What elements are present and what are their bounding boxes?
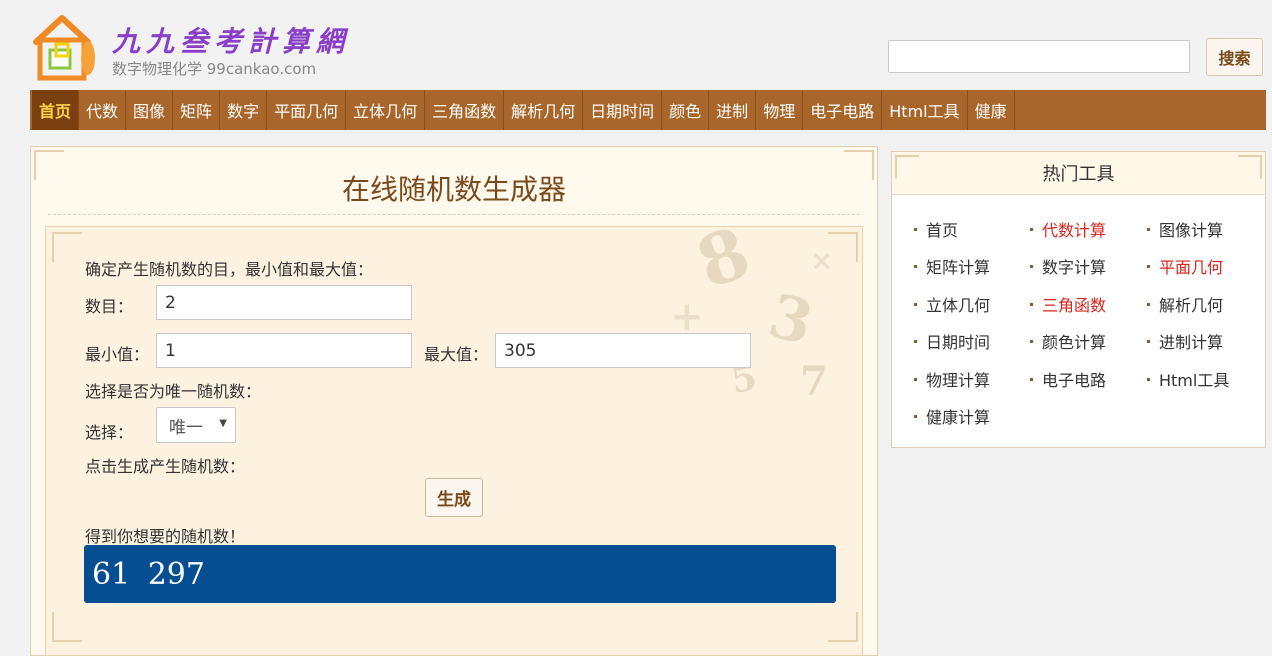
corner-ornament [52,232,82,262]
nav-item-4[interactable]: 数字 [220,90,268,130]
hot-tool-label: 矩阵计算 [926,258,991,277]
nav-item-12[interactable]: 物理 [756,90,804,130]
hot-tool-label: 进制计算 [1159,333,1224,352]
nav-item-1[interactable]: 代数 [79,90,127,130]
max-label: 最大值： [424,345,489,364]
corner-ornament [52,612,82,642]
hot-tool-label: 图像计算 [1159,221,1224,240]
min-label: 最小值： [85,345,150,364]
nav-item-11[interactable]: 进制 [709,90,757,130]
hot-tool-label: 三角函数 [1042,296,1107,315]
bullet-icon [1030,264,1033,268]
unique-prompt: 选择是否为唯一随机数： [85,382,262,401]
hot-tool-link[interactable]: 立体几何 [914,292,990,316]
hot-tool-label: 物理计算 [926,371,991,390]
logo-house-icon[interactable] [30,10,100,82]
page-title: 在线随机数生成器 [341,173,566,206]
bullet-icon [1030,339,1033,343]
bullet-icon [914,339,917,343]
generate-button[interactable]: 生成 [425,478,483,517]
generate-prompt: 点击生成产生随机数： [85,457,246,476]
corner-ornament [828,612,858,642]
nav-item-7[interactable]: 三角函数 [425,90,505,130]
hot-tool-label: 代数计算 [1042,221,1107,240]
hot-tool-label: 颜色计算 [1042,333,1107,352]
max-input[interactable]: 305 [495,333,751,368]
bullet-icon [1147,339,1150,343]
result-label: 得到你想要的随机数！ [85,527,246,546]
hot-tool-link[interactable]: 平面几何 [1147,254,1223,278]
nav-item-2[interactable]: 图像 [126,90,174,130]
hot-tool-link[interactable]: 颜色计算 [1030,329,1106,353]
hot-tool-label: 电子电路 [1042,371,1107,390]
nav-item-8[interactable]: 解析几何 [504,90,584,130]
svg-text:×: × [810,244,833,277]
hot-tool-link[interactable]: 代数计算 [1030,217,1106,241]
hot-tool-link[interactable]: 首页 [914,217,958,241]
bullet-icon [914,302,917,306]
bullet-icon [1147,264,1150,268]
logo-title[interactable]: 九九叁考計算網 [112,20,350,60]
bullet-icon [1030,377,1033,381]
hot-tool-link[interactable]: Html工具 [1147,367,1229,391]
nav-item-10[interactable]: 颜色 [662,90,710,130]
count-input[interactable]: 2 [156,285,412,320]
result-output: 61 297 [84,545,836,603]
hot-tool-label: 健康计算 [926,408,991,427]
bullet-icon [1030,227,1033,231]
count-label: 数目： [85,297,134,316]
hot-tool-label: Html工具 [1159,371,1230,390]
nav-item-0[interactable]: 首页 [32,90,80,130]
select-label: 选择： [85,423,134,442]
hot-tools-title: 热门工具 [1042,164,1115,185]
hot-tool-label: 解析几何 [1159,296,1224,315]
hot-tool-link[interactable]: 解析几何 [1147,292,1223,316]
bullet-icon [1030,302,1033,306]
hot-tool-link[interactable]: 矩阵计算 [914,254,990,278]
search-button[interactable]: 搜索 [1206,38,1263,76]
nav-item-9[interactable]: 日期时间 [583,90,663,130]
hot-tool-link[interactable]: 数字计算 [1030,254,1106,278]
hot-tool-label: 首页 [926,221,959,240]
hot-tool-link[interactable]: 物理计算 [914,367,990,391]
bullet-icon [1147,227,1150,231]
decorative-numbers-image: 8 3 + 5 7 × [660,210,860,420]
bullet-icon [914,264,917,268]
nav-item-6[interactable]: 立体几何 [346,90,426,130]
bullet-icon [914,414,917,418]
nav-item-13[interactable]: 电子电路 [803,90,883,130]
hot-tool-label: 平面几何 [1159,258,1224,277]
unique-select-value: 唯一 [169,417,203,438]
unique-select[interactable]: 唯一 ▼ [156,407,236,443]
svg-text:3: 3 [762,281,820,359]
hot-tool-link[interactable]: 三角函数 [1030,292,1106,316]
min-input[interactable]: 1 [156,333,412,368]
hot-tool-link[interactable]: 健康计算 [914,404,990,428]
hot-tool-label: 数字计算 [1042,258,1107,277]
bullet-icon [914,227,917,231]
logo-subtitle: 数字物理化学 99cankao.com [112,60,317,78]
search-input[interactable] [888,40,1190,73]
svg-text:7: 7 [800,358,828,405]
nav-item-14[interactable]: Html工具 [882,90,968,130]
bullet-icon [914,377,917,381]
hot-tool-link[interactable]: 日期时间 [914,329,990,353]
chevron-down-icon: ▼ [219,418,227,429]
bullet-icon [1147,377,1150,381]
instruction-text: 确定产生随机数的目，最小值和最大值： [85,260,374,279]
nav-item-15[interactable]: 健康 [968,90,1015,130]
hot-tool-label: 立体几何 [926,296,991,315]
title-divider [48,214,860,215]
nav-item-5[interactable]: 平面几何 [267,90,347,130]
hot-tool-label: 日期时间 [926,333,991,352]
hot-tool-link[interactable]: 电子电路 [1030,367,1106,391]
nav-item-3[interactable]: 矩阵 [173,90,221,130]
hot-tool-link[interactable]: 进制计算 [1147,329,1223,353]
main-nav: 首页 代数 图像 矩阵 数字 平面几何 立体几何 三角函数 解析几何 日期时间 颜色 进制 物理 电子电路… [30,90,1266,130]
hot-tool-link[interactable]: 图像计算 [1147,217,1223,241]
bullet-icon [1147,302,1150,306]
